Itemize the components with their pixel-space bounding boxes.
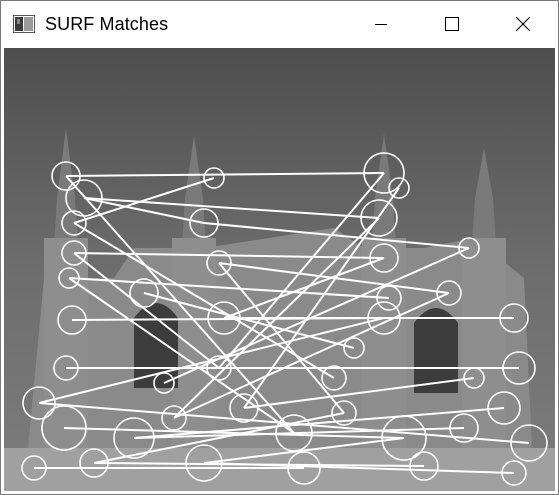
maximize-button[interactable] xyxy=(429,1,475,47)
app-window: SURF Matches xyxy=(0,0,559,495)
close-button[interactable] xyxy=(500,1,546,47)
title-bar[interactable]: SURF Matches xyxy=(1,1,558,47)
maximize-icon xyxy=(445,17,459,31)
surf-matches-image xyxy=(4,48,555,491)
image-canvas[interactable] xyxy=(4,48,555,491)
minimize-icon xyxy=(375,18,387,30)
opencv-window-icon xyxy=(13,13,35,35)
window-title: SURF Matches xyxy=(45,14,169,34)
minimize-button[interactable] xyxy=(358,1,404,47)
close-icon xyxy=(516,17,530,31)
